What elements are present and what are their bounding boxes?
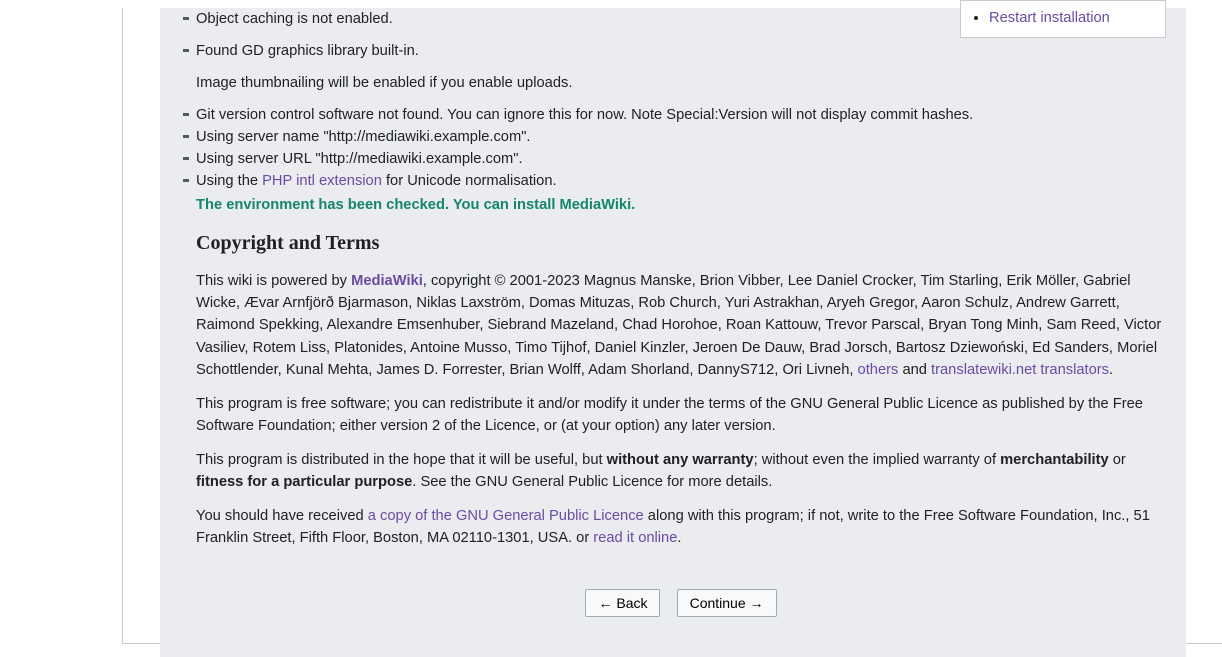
warranty-or: or [1109, 452, 1126, 468]
copyright-heading: Copyright and Terms [196, 228, 1166, 258]
gpl-copy-link[interactable]: a copy of the GNU General Public Licence [368, 508, 644, 524]
authors-paragraph: This wiki is powered by MediaWiki, copyr… [196, 270, 1166, 380]
check-intl-post: for Unicode normalisation. [382, 173, 557, 189]
page-container: Restart installation Object caching is n… [122, 8, 1222, 644]
receive-end: . [677, 530, 681, 546]
read-online-link[interactable]: read it online [593, 530, 677, 546]
check-gd-item: Found GD graphics library built-in. Imag… [196, 40, 1166, 94]
gpl-paragraph: This program is free software; you can r… [196, 393, 1166, 437]
content-area: Object caching is not enabled. Found GD … [196, 8, 1166, 617]
warranty-pre: This program is distributed in the hope … [196, 452, 607, 468]
check-gd: Found GD graphics library built-in. [196, 43, 419, 59]
period-text: . [1109, 362, 1113, 378]
check-git: Git version control software not found. … [196, 104, 1166, 126]
mediawiki-link[interactable]: MediaWiki [351, 273, 423, 289]
powered-pre: This wiki is powered by [196, 273, 351, 289]
warranty-paragraph: This program is distributed in the hope … [196, 449, 1166, 493]
others-link[interactable]: others [858, 362, 899, 378]
check-caching: Object caching is not enabled. [196, 8, 1166, 30]
and-text: and [898, 362, 931, 378]
install-panel: Restart installation Object caching is n… [160, 8, 1186, 657]
check-intl: Using the PHP intl extension for Unicode… [196, 170, 1166, 192]
check-intl-pre: Using the [196, 173, 262, 189]
back-button[interactable]: ← Back [585, 589, 660, 617]
warranty-mid: ; without even the implied warranty of [754, 452, 1001, 468]
warranty-b1: without any warranty [607, 452, 754, 468]
check-gd-sub: Image thumbnailing will be enabled if yo… [196, 72, 1166, 94]
warranty-b3: fitness for a particular purpose [196, 474, 412, 490]
continue-button[interactable]: Continue → [677, 589, 777, 617]
receive-pre: You should have received [196, 508, 368, 524]
copyright-section: This wiki is powered by MediaWiki, copyr… [196, 270, 1166, 549]
warranty-b2: merchantability [1000, 452, 1109, 468]
button-row: ← Back Continue → [196, 589, 1166, 617]
check-server-name: Using server name "http://mediawiki.exam… [196, 126, 1166, 148]
php-intl-link[interactable]: PHP intl extension [262, 173, 382, 189]
translators-link[interactable]: translatewiki.net translators [931, 362, 1109, 378]
receive-paragraph: You should have received a copy of the G… [196, 505, 1166, 549]
check-server-url: Using server URL "http://mediawiki.examp… [196, 148, 1166, 170]
success-message: The environment has been checked. You ca… [196, 194, 1166, 216]
warranty-post: . See the GNU General Public Licence for… [412, 474, 772, 490]
